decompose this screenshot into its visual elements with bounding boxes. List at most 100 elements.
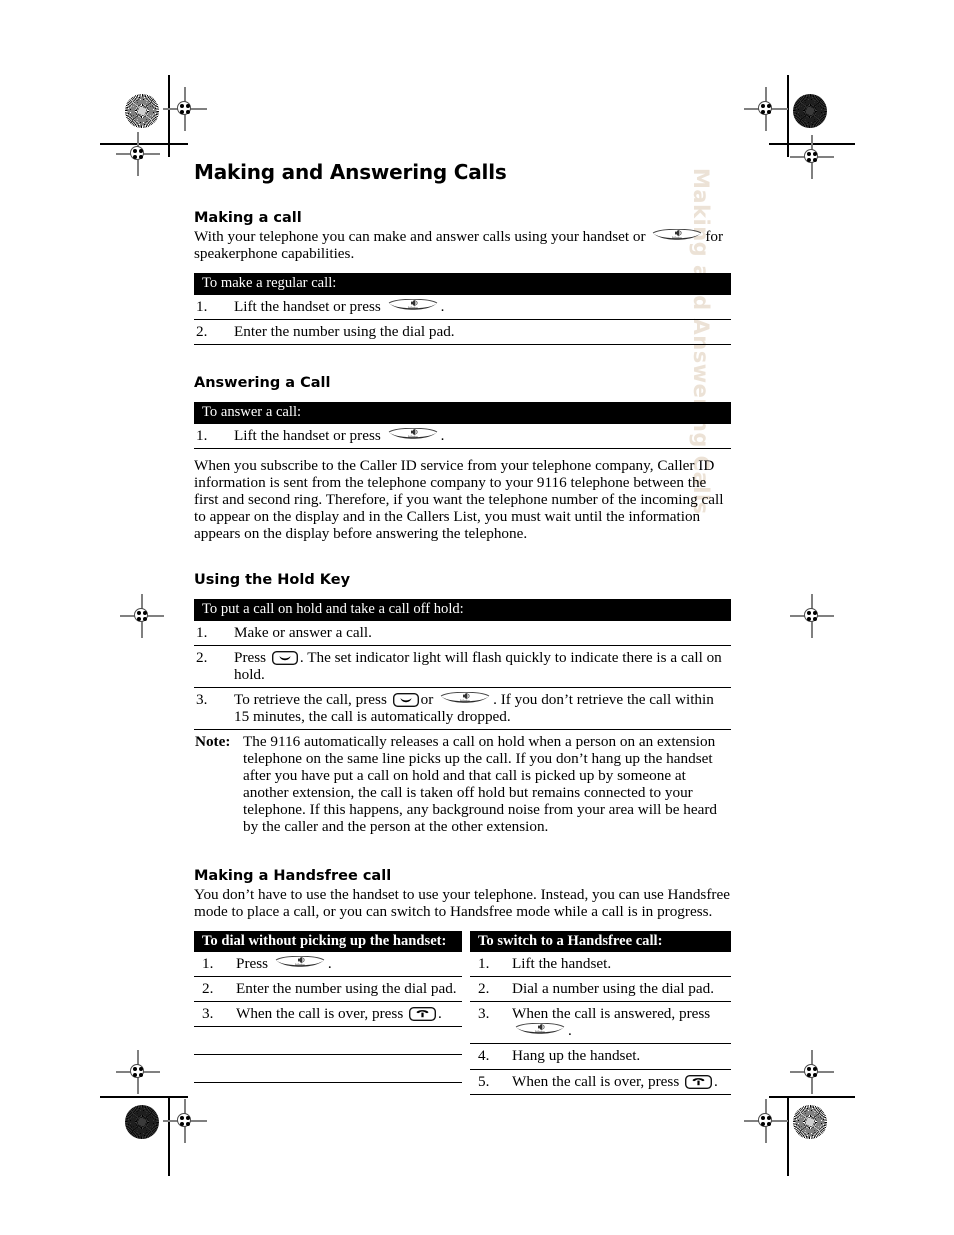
step-text: Dial a number using the dial pad. bbox=[510, 976, 731, 1003]
table-row-spacer bbox=[194, 1026, 462, 1056]
step-number: 1. bbox=[194, 620, 232, 646]
table-row: 1. Lift the handset or press Mute . bbox=[194, 423, 731, 449]
step-text-after: . bbox=[714, 1072, 718, 1090]
color-bar-mark-top-right bbox=[793, 94, 827, 128]
registration-mark-bottom-right bbox=[744, 1099, 788, 1143]
registration-mark-middle-right bbox=[790, 594, 834, 638]
step-text-mid: or bbox=[420, 690, 434, 708]
crop-line-bottom-right-v bbox=[787, 1096, 789, 1176]
step-text-before: To retrieve the call, press bbox=[234, 690, 387, 708]
procedure-header-switch-to-handsfree: To switch to a Handsfree call: bbox=[470, 930, 731, 953]
heading-making-a-call: Making a call bbox=[194, 210, 302, 226]
table-row: 5. When the call is over, press . bbox=[470, 1069, 731, 1095]
handsfree-key-icon: Mute bbox=[651, 229, 703, 244]
steps-table-hold: 1. Make or answer a call. 2. Press . The… bbox=[194, 620, 731, 730]
step-text-before: Press bbox=[236, 955, 269, 973]
table-row: 2. Dial a number using the dial pad. bbox=[470, 976, 731, 1003]
heading-making-a-handsfree-call: Making a Handsfree call bbox=[194, 867, 392, 884]
step-text-empty bbox=[234, 1054, 462, 1084]
steps-table-make-regular-call: 1. Lift the handset or press Mute . 2. E… bbox=[194, 294, 731, 345]
registration-mark-top-left-lower bbox=[116, 132, 160, 176]
crop-line-bottom-left-h bbox=[100, 1096, 188, 1098]
svg-text:Mute: Mute bbox=[535, 1030, 545, 1035]
procedure-header-dial-without-handset: To dial without picking up the handset: bbox=[194, 930, 462, 953]
svg-text:Mute: Mute bbox=[672, 235, 682, 240]
registration-mark-top-right bbox=[744, 87, 788, 131]
step-number: 2. bbox=[470, 976, 510, 1003]
step-number: 1. bbox=[194, 952, 234, 978]
table-row: 1. Lift the handset. bbox=[470, 952, 731, 978]
step-text: Press Mute . bbox=[234, 952, 462, 978]
step-text: To retrieve the call, press or Mute . If… bbox=[232, 687, 731, 730]
step-text-after: . bbox=[568, 1022, 572, 1040]
registration-mark-top-right-lower bbox=[790, 135, 834, 179]
table-row: 2. Enter the number using the dial pad. bbox=[194, 319, 731, 345]
table-row: 3. When the call is over, press . bbox=[194, 1001, 462, 1028]
handsfree-left-table: To dial without picking up the handset: … bbox=[194, 930, 462, 1095]
svg-text:Mute: Mute bbox=[408, 305, 418, 310]
step-text-after: . bbox=[327, 955, 332, 973]
table-row: 3. When the call is answered, press Mute… bbox=[470, 1001, 731, 1045]
step-number: 2. bbox=[194, 319, 232, 345]
step-number: 2. bbox=[194, 976, 234, 1003]
handsfree-key-icon: Mute bbox=[387, 298, 439, 314]
table-row: 1. Make or answer a call. bbox=[194, 620, 731, 646]
steps-table-switch-to-handsfree: 1. Lift the handset. 2. Dial a number us… bbox=[470, 952, 731, 1095]
step-text-before: When the call is over, press bbox=[236, 1005, 404, 1023]
page-title: Making and Answering Calls bbox=[194, 160, 507, 184]
handsfree-key-icon: Mute bbox=[439, 691, 491, 707]
step-number: 2. bbox=[194, 645, 232, 688]
registration-mark-top-left bbox=[163, 87, 207, 131]
step-text: Lift the handset or press Mute . bbox=[232, 423, 731, 449]
step-text-before: When the call is over, press bbox=[512, 1072, 680, 1090]
handsfree-key-icon: Mute bbox=[387, 427, 439, 443]
handsfree-two-column-tables: To dial without picking up the handset: … bbox=[194, 930, 731, 1095]
table-row: 1. Press Mute . bbox=[194, 952, 462, 978]
table-row: Note: The 9116 automatically releases a … bbox=[194, 730, 731, 838]
color-bar-mark-bottom-right bbox=[793, 1105, 827, 1139]
step-number: 1. bbox=[194, 423, 232, 449]
step-text: Lift the handset. bbox=[510, 952, 731, 978]
table-row: 3. To retrieve the call, press or Mute .… bbox=[194, 687, 731, 730]
registration-mark-middle-left bbox=[120, 594, 164, 638]
table-row-spacer bbox=[194, 1054, 462, 1084]
handsfree-key-icon: Mute bbox=[514, 1023, 566, 1038]
step-text: Lift the handset or press Mute . bbox=[232, 294, 731, 320]
step-text-after: . bbox=[438, 1005, 442, 1023]
step-number: 5. bbox=[470, 1069, 510, 1095]
step-text: When the call is over, press . bbox=[510, 1069, 731, 1095]
note-label: Note: bbox=[195, 732, 231, 750]
step-number: 3. bbox=[194, 687, 232, 730]
step-text-empty bbox=[234, 1026, 462, 1056]
table-row: 4. Hang up the handset. bbox=[470, 1043, 731, 1070]
release-key-icon bbox=[685, 1074, 713, 1089]
step-text: Hang up the handset. bbox=[510, 1043, 731, 1070]
document-page: Making and Answering Calls Making and An… bbox=[0, 0, 954, 1235]
table-row: 1. Lift the handset or press Mute . bbox=[194, 294, 731, 320]
step-text: Make or answer a call. bbox=[232, 620, 731, 646]
color-bar-mark-bottom-left bbox=[125, 1105, 159, 1139]
crop-line-bottom-left-v bbox=[168, 1096, 170, 1176]
procedure-header-make-regular-call: To make a regular call: bbox=[194, 273, 731, 295]
heading-using-the-hold-key: Using the Hold Key bbox=[194, 571, 351, 588]
steps-table-answer-a-call: 1. Lift the handset or press Mute . bbox=[194, 423, 731, 449]
crop-line-top-right-v bbox=[787, 75, 789, 157]
note-block: Note: The 9116 automatically releases a … bbox=[194, 730, 731, 838]
step-text-before: Lift the handset or press bbox=[234, 426, 381, 444]
step-text-after: . bbox=[440, 297, 445, 315]
procedure-header-hold: To put a call on hold and take a call of… bbox=[194, 598, 731, 621]
step-text: When the call is over, press . bbox=[234, 1001, 462, 1028]
step-number: 1. bbox=[194, 294, 232, 320]
table-row: 2. Press . The set indicator light will … bbox=[194, 645, 731, 688]
note-text: The 9116 automatically releases a call o… bbox=[243, 732, 718, 836]
hold-key-icon bbox=[271, 650, 298, 665]
registration-mark-bottom-left bbox=[163, 1099, 207, 1143]
step-text-before: Lift the handset or press bbox=[234, 297, 381, 315]
step-text-before: When the call is answered, press bbox=[512, 1005, 711, 1023]
table-row: 2. Enter the number using the dial pad. bbox=[194, 976, 462, 1003]
step-text: When the call is answered, press Mute . bbox=[510, 1001, 731, 1045]
handsfree-right-table: To switch to a Handsfree call: 1. Lift t… bbox=[470, 930, 731, 1095]
color-bar-mark-top-left bbox=[125, 94, 159, 128]
page-content: Making and Answering Calls Making a call… bbox=[194, 160, 731, 1095]
step-text-after: . The set indicator light will flash qui… bbox=[234, 648, 722, 683]
